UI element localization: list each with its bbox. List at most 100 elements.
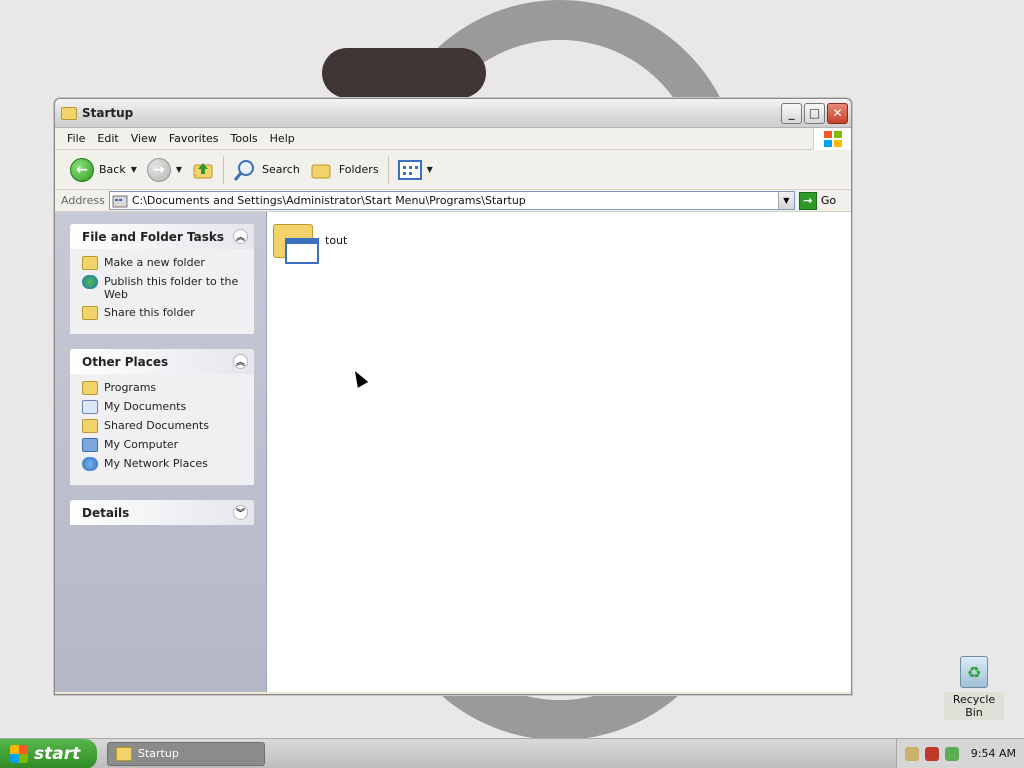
- forward-button[interactable]: → ▼: [142, 155, 187, 185]
- title-bar[interactable]: Startup _ □ ✕: [55, 99, 851, 128]
- other-places-title: Other Places: [82, 354, 169, 369]
- task-pane: File and Folder Tasks ︽ Make a new folde…: [55, 212, 267, 692]
- task-label: Share this folder: [104, 306, 195, 319]
- up-button[interactable]: [187, 155, 219, 185]
- address-label: Address: [61, 194, 105, 207]
- tray-icon-1[interactable]: [905, 746, 919, 761]
- chevron-down-icon[interactable]: ▼: [176, 165, 182, 174]
- window-title: Startup: [82, 106, 134, 120]
- collapse-icon[interactable]: ︽: [233, 354, 248, 369]
- address-value: C:\Documents and Settings\Administrator\…: [131, 194, 526, 207]
- network-places-icon: [82, 457, 98, 471]
- address-input[interactable]: C:\Documents and Settings\Administrator\…: [108, 191, 795, 210]
- back-label: Back: [99, 163, 126, 176]
- back-button[interactable]: ← Back ▼: [65, 155, 142, 185]
- toolbar-separator: [387, 155, 389, 184]
- file-name: tout: [325, 234, 348, 247]
- collapse-icon[interactable]: ︽: [233, 229, 248, 244]
- file-item-tout[interactable]: tout: [273, 218, 347, 264]
- address-folder-icon: [112, 195, 128, 207]
- search-icon: [233, 159, 255, 181]
- place-label: Programs: [104, 381, 157, 394]
- go-button[interactable]: → Go: [798, 191, 837, 210]
- my-computer-icon: [82, 438, 98, 452]
- other-places-body: Programs My Documents Shared Documents M…: [70, 374, 254, 485]
- menu-favorites[interactable]: Favorites: [163, 132, 225, 145]
- place-programs[interactable]: Programs: [82, 381, 244, 395]
- shared-documents-icon: [82, 419, 98, 433]
- file-folder-tasks-panel: File and Folder Tasks ︽ Make a new folde…: [70, 224, 254, 334]
- task-share-folder[interactable]: Share this folder: [82, 306, 244, 320]
- folder-icon: [116, 746, 132, 761]
- menu-edit[interactable]: Edit: [91, 132, 124, 145]
- place-label: My Network Places: [104, 457, 208, 470]
- explorer-window: Startup _ □ ✕ File Edit View Favorites T…: [54, 98, 852, 695]
- place-my-network-places[interactable]: My Network Places: [82, 457, 244, 471]
- folder-up-icon: [193, 162, 213, 178]
- file-folder-tasks-body: Make a new folder Publish this folder to…: [70, 249, 254, 334]
- tray-icon-3[interactable]: [945, 746, 959, 761]
- chevron-down-icon[interactable]: ▼: [427, 165, 433, 174]
- task-label: Make a new folder: [104, 256, 205, 269]
- minimize-button[interactable]: _: [781, 102, 802, 124]
- place-label: My Documents: [104, 400, 187, 413]
- system-tray: 9:54 AM: [896, 738, 1024, 768]
- close-button[interactable]: ✕: [827, 102, 848, 124]
- folder-icon: [61, 106, 77, 120]
- other-places-header[interactable]: Other Places ︽: [70, 349, 254, 374]
- maximize-button[interactable]: □: [804, 102, 825, 124]
- wallpaper-shape: [322, 48, 486, 98]
- place-label: Shared Documents: [104, 419, 209, 432]
- start-button[interactable]: start: [0, 738, 97, 768]
- views-button[interactable]: ▼: [393, 155, 438, 185]
- menu-help[interactable]: Help: [264, 132, 301, 145]
- folders-button[interactable]: Folders: [305, 155, 384, 185]
- place-label: My Computer: [104, 438, 179, 451]
- file-folder-tasks-title: File and Folder Tasks: [82, 229, 225, 244]
- clock[interactable]: 9:54 AM: [971, 747, 1016, 760]
- details-header[interactable]: Details ︾: [70, 500, 254, 525]
- program-group-folder-icon: [273, 218, 319, 264]
- folders-label: Folders: [338, 163, 379, 176]
- address-dropdown[interactable]: ▼: [777, 192, 794, 209]
- chevron-down-icon[interactable]: ▼: [131, 165, 137, 174]
- details-title: Details: [82, 505, 130, 520]
- search-label: Search: [262, 163, 300, 176]
- recycle-bin-icon: ♻: [960, 656, 988, 688]
- task-make-new-folder[interactable]: Make a new folder: [82, 256, 244, 270]
- place-shared-documents[interactable]: Shared Documents: [82, 419, 244, 433]
- file-list-pane[interactable]: tout: [267, 212, 851, 692]
- forward-arrow-icon: →: [146, 157, 171, 182]
- windows-flag-icon: [10, 744, 28, 763]
- file-folder-tasks-header[interactable]: File and Folder Tasks ︽: [70, 224, 254, 249]
- share-folder-icon: [82, 306, 98, 320]
- programs-folder-icon: [82, 381, 98, 395]
- place-my-documents[interactable]: My Documents: [82, 400, 244, 414]
- go-label: Go: [820, 194, 837, 207]
- menu-tools[interactable]: Tools: [225, 132, 264, 145]
- publish-web-icon: [82, 275, 98, 289]
- mouse-cursor-icon: [349, 368, 369, 388]
- explorer-body: File and Folder Tasks ︽ Make a new folde…: [55, 212, 851, 692]
- recycle-bin-label: Recycle Bin: [944, 692, 1004, 720]
- place-my-computer[interactable]: My Computer: [82, 438, 244, 452]
- menu-view[interactable]: View: [125, 132, 163, 145]
- recycle-bin-shortcut[interactable]: ♻ Recycle Bin: [944, 656, 1004, 720]
- taskbar-button-label: Startup: [138, 747, 179, 760]
- windows-logo-icon: [813, 128, 851, 150]
- security-shield-icon[interactable]: [925, 746, 939, 761]
- expand-icon[interactable]: ︾: [233, 505, 248, 520]
- task-publish-web[interactable]: Publish this folder to the Web: [82, 275, 244, 301]
- task-label: Publish this folder to the Web: [104, 275, 239, 301]
- menu-file[interactable]: File: [61, 132, 91, 145]
- menu-bar: File Edit View Favorites Tools Help: [55, 128, 851, 150]
- address-bar: Address C:\Documents and Settings\Admini…: [55, 190, 851, 212]
- taskbar-startup-window[interactable]: Startup: [107, 741, 265, 766]
- toolbar: ← Back ▼ → ▼ Search Folders ▼: [55, 150, 851, 190]
- details-panel: Details ︾: [70, 500, 254, 525]
- views-icon: [397, 159, 422, 180]
- start-label: start: [34, 743, 81, 764]
- taskbar: start Startup 9:54 AM: [0, 738, 1024, 768]
- back-arrow-icon: ←: [70, 157, 94, 182]
- search-button[interactable]: Search: [228, 155, 305, 185]
